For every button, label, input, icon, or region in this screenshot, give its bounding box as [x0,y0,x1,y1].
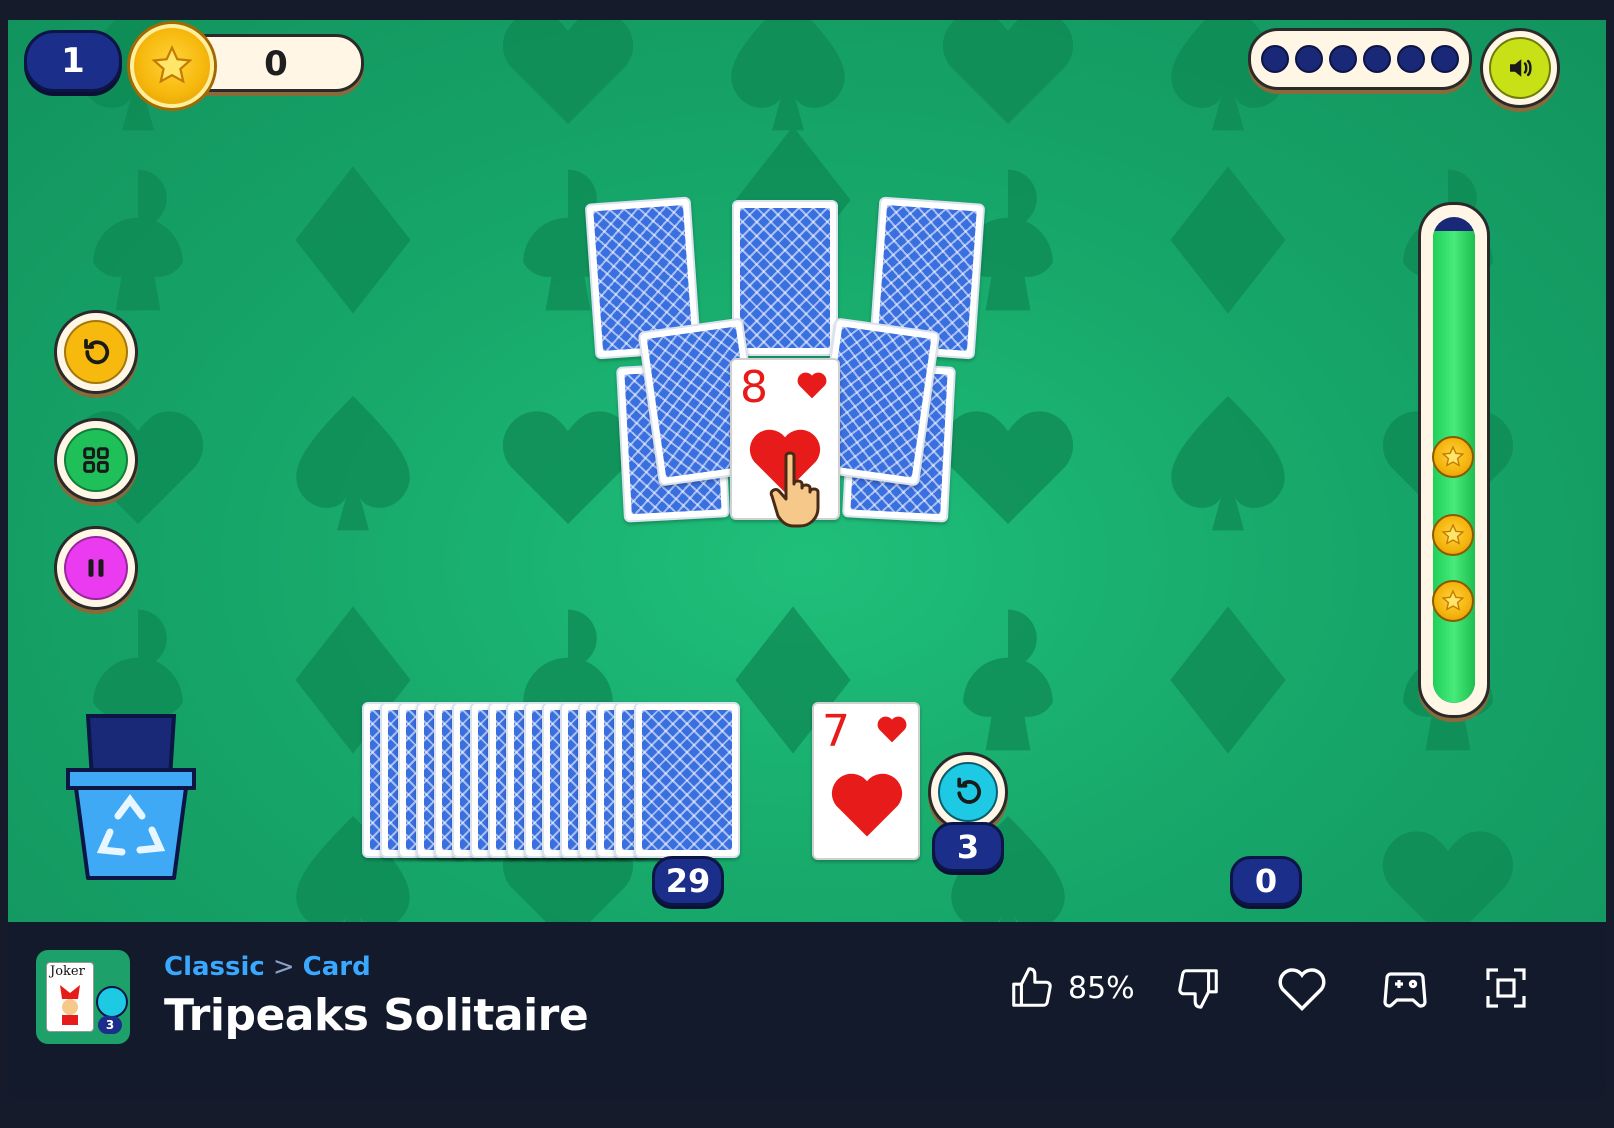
thumb-label: Joker [50,964,85,979]
heart-pattern-icon [502,411,634,524]
restart-button[interactable] [54,310,138,394]
undo-icon [96,986,128,1018]
streak-count-badge: 0 [1230,856,1302,906]
pause-icon [64,536,128,600]
stock-count-badge: 29 [652,856,724,906]
card-rank: 8 [740,362,768,413]
dislike-button[interactable] [1176,964,1222,1012]
move-dot [1261,45,1289,73]
add-to-playlist-button[interactable] [1380,964,1430,1012]
move-dot [1397,45,1425,73]
card-rank: 7 [822,706,850,757]
thumbs-down-icon [1178,969,1218,1009]
heart-pattern-icon [942,411,1074,524]
heart-pattern-icon [1382,831,1514,922]
coin-value: 0 [264,44,288,84]
joker-icon [60,985,80,1025]
star-milestone-icon [1432,580,1474,622]
breadcrumb: Classic > Card [164,952,371,982]
fullscreen-icon [1486,968,1526,1008]
level-indicator: 1 [24,30,122,92]
undo-icon [938,762,998,822]
breadcrumb-classic[interactable]: Classic [164,952,265,982]
undo-count-badge: 3 [932,822,1004,872]
diamond-pattern-icon [1170,166,1286,314]
heart-pattern-icon [942,20,1074,125]
undo-button[interactable] [928,752,1008,832]
spade-pattern-icon [1171,396,1285,531]
breadcrumb-card[interactable]: Card [303,952,371,982]
grid-icon [64,428,128,492]
sound-button[interactable] [1480,28,1560,108]
like-percent: 85% [1068,970,1135,1006]
favorite-button[interactable] [1276,964,1328,1012]
game-canvas[interactable]: 1 0 8 29 7 3 0 [8,20,1606,922]
heart-icon [877,716,907,743]
thumb-badge: 3 [98,1016,122,1034]
star-milestone-icon [1432,514,1474,556]
heart-outline-icon [1278,968,1326,1012]
heart-icon [831,773,903,837]
fullscreen-button[interactable] [1482,964,1530,1012]
star-coin-icon [130,24,214,108]
breadcrumb-separator: > [272,952,295,982]
speaker-icon [1489,37,1551,99]
club-pattern-icon [963,609,1053,751]
face-down-card [732,200,838,356]
thumbs-up-icon [1012,967,1052,1007]
gamepad-icon [1383,972,1427,1008]
move-dot [1295,45,1323,73]
move-dot [1363,45,1391,73]
game-frame: 1 0 8 29 7 3 0 Joker 3 Classic > Card Tr… [8,20,1606,1100]
pointer-hand-icon [769,451,820,528]
spade-pattern-icon [296,396,410,531]
stock-card [634,702,740,858]
diamond-pattern-icon [1170,606,1286,754]
heart-icon [797,372,827,399]
moves-dots [1248,28,1472,90]
recycle-bin-icon[interactable] [64,712,198,884]
club-pattern-icon [93,169,183,311]
move-dot [1431,45,1459,73]
pause-button[interactable] [54,526,138,610]
heart-pattern-icon [502,20,634,125]
like-button[interactable]: 85% [1008,964,1135,1012]
spade-pattern-icon [731,20,845,131]
restart-icon [64,320,128,384]
game-thumbnail[interactable]: Joker 3 [36,950,130,1044]
move-dot [1329,45,1357,73]
diamond-pattern-icon [295,166,411,314]
waste-card: 7 [812,702,920,860]
star-milestone-icon [1432,436,1474,478]
game-title: Tripeaks Solitaire [164,990,589,1041]
menu-button[interactable] [54,418,138,502]
